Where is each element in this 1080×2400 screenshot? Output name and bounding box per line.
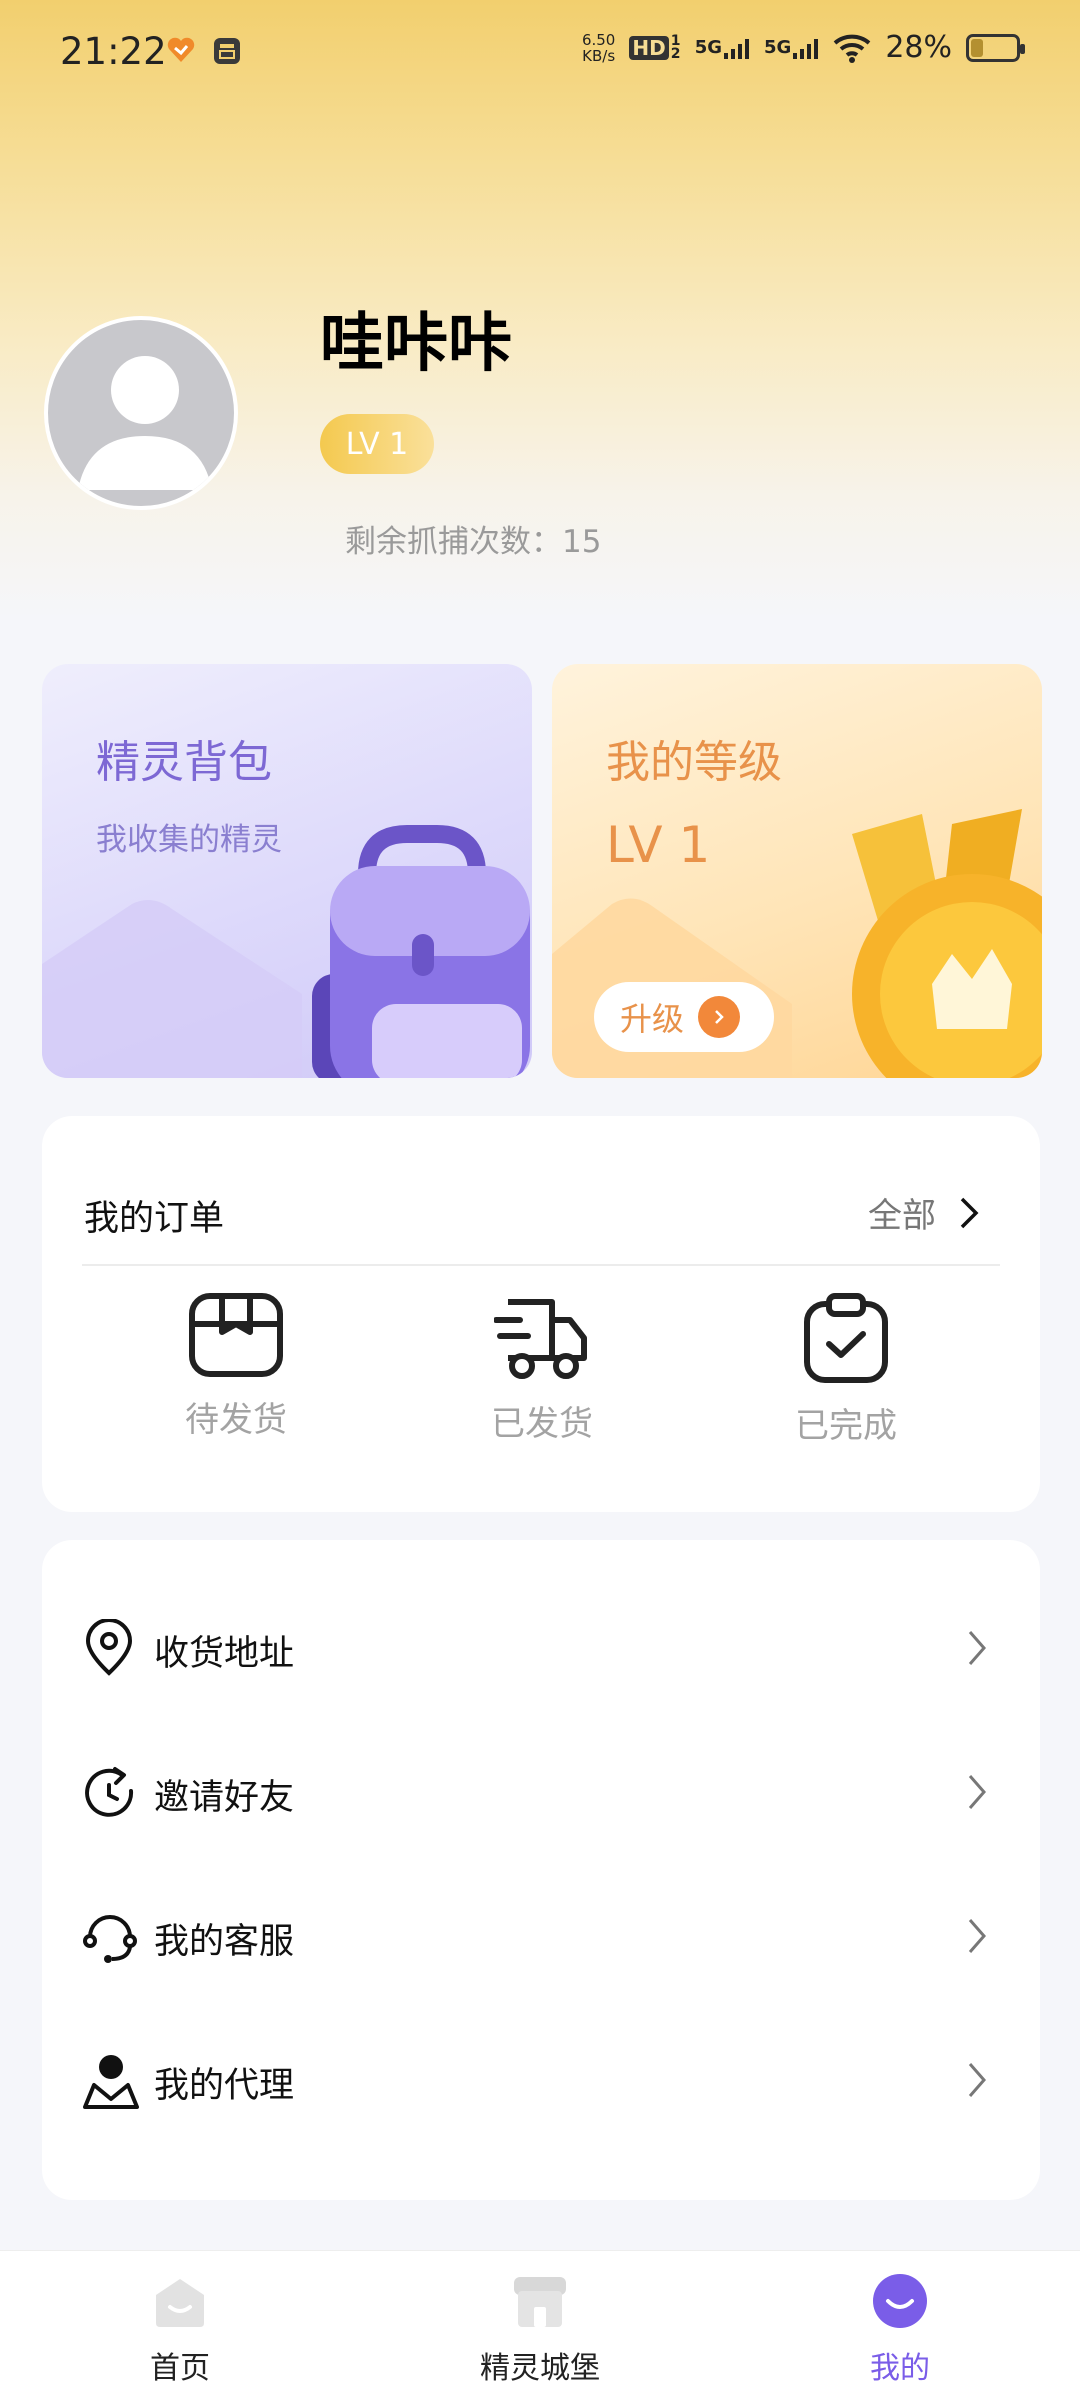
order-label: 待发货 [185, 1400, 287, 1440]
wifi-icon [834, 34, 871, 63]
my-level-card[interactable]: 我的等级 LV 1 升级 [552, 664, 1042, 1078]
signal-bars-icon [793, 38, 819, 59]
nav-label: 我的 [870, 2351, 930, 2386]
status-right-cluster: 6.50 KB/s HD 1 2 5G 5G 28% [582, 30, 1025, 65]
username: 哇咔咔 [320, 307, 512, 381]
headset-icon [82, 1907, 138, 1969]
cell-signal-2: 5G [764, 37, 819, 59]
my-orders-panel: 我的订单 全部 待发货 已发货 已完成 [42, 1116, 1040, 1512]
refresh-arrow-icon [82, 1763, 136, 1825]
nav-me[interactable]: 我的 [800, 2273, 1000, 2387]
heart-notification-icon [166, 36, 196, 68]
person-icon [82, 2051, 140, 2113]
upgrade-button[interactable]: 升级 [594, 982, 774, 1052]
battery-icon [966, 33, 1025, 62]
level-badge: LV 1 [320, 414, 434, 474]
level-value: LV 1 [606, 816, 711, 874]
net-speed-unit: KB/s [582, 46, 616, 65]
backpack-icon [312, 825, 530, 1078]
menu-label: 邀请好友 [154, 1777, 295, 1818]
chevron-right-icon [960, 1197, 979, 1228]
hd-tag: HD 1 2 [629, 32, 681, 62]
order-label: 已发货 [491, 1404, 593, 1444]
chevron-right-icon [966, 2060, 988, 2104]
box-icon [189, 1293, 283, 1377]
chevron-right-icon [966, 1772, 988, 1816]
avatar[interactable] [44, 316, 238, 510]
bottom-navigation: 首页 精灵城堡 我的 [0, 2250, 1080, 2400]
battery-percent: 28% [885, 30, 952, 65]
battery-fill [971, 38, 983, 57]
sig1-label: 5G [694, 36, 722, 58]
app-notification-icon [212, 36, 242, 70]
backpack-title: 精灵背包 [96, 737, 272, 788]
hd-label: HD [629, 35, 669, 60]
level-title: 我的等级 [606, 737, 782, 788]
clipboard-check-icon [804, 1293, 888, 1383]
settings-menu: 收货地址 邀请好友 我的客服 我的代理 [42, 1540, 1040, 2200]
menu-label: 我的客服 [154, 1921, 295, 1962]
cell-signal-1: 5G [695, 37, 750, 59]
spirit-backpack-card[interactable]: 精灵背包 我收集的精灵 [42, 664, 532, 1078]
menu-item-shipping-address[interactable]: 收货地址 [42, 1578, 1040, 1722]
menu-label: 我的代理 [154, 2065, 295, 2106]
nav-label: 精灵城堡 [480, 2351, 600, 2386]
nav-home[interactable]: 首页 [80, 2273, 280, 2387]
chevron-right-icon [698, 996, 741, 1038]
nav-label: 首页 [150, 2351, 210, 2386]
remaining-catches: 剩余抓捕次数：15 [345, 524, 602, 560]
me-icon [872, 2273, 928, 2329]
status-bar: 21:22 6.50 KB/s HD 1 2 5G 5G 28% [0, 0, 1080, 108]
order-pending-shipment[interactable]: 待发货 [136, 1292, 336, 1441]
menu-item-my-agent[interactable]: 我的代理 [42, 2010, 1040, 2154]
net-speed-value: 6.50 [581, 30, 616, 49]
orders-all-link[interactable]: 全部 [868, 1188, 980, 1237]
menu-item-customer-service[interactable]: 我的客服 [42, 1866, 1040, 2010]
shop-icon [512, 2273, 568, 2329]
chevron-right-icon [966, 1628, 988, 1672]
signal-bars-icon [724, 38, 749, 59]
medal-icon [852, 809, 1042, 1078]
orders-divider [82, 1264, 1000, 1266]
truck-icon [494, 1299, 587, 1379]
home-icon [152, 2273, 208, 2329]
orders-title: 我的订单 [84, 1199, 225, 1239]
backpack-subtitle: 我收集的精灵 [96, 822, 282, 858]
upgrade-label: 升级 [620, 1000, 685, 1038]
hd-sub-label: 1 2 [670, 32, 681, 62]
status-time: 21:22 [60, 30, 167, 73]
nav-spirit-castle[interactable]: 精灵城堡 [440, 2273, 640, 2387]
location-pin-icon [82, 1618, 136, 1681]
order-completed[interactable]: 已完成 [746, 1292, 946, 1447]
order-label: 已完成 [795, 1406, 897, 1446]
sig2-label: 5G [764, 36, 792, 58]
chevron-right-icon [966, 1916, 988, 1960]
orders-all-label: 全部 [868, 1196, 936, 1236]
menu-label: 收货地址 [154, 1633, 295, 1674]
net-speed: 6.50 KB/s [582, 32, 615, 64]
default-avatar-icon [78, 356, 212, 490]
order-shipped[interactable]: 已发货 [442, 1292, 642, 1445]
menu-item-invite-friends[interactable]: 邀请好友 [42, 1722, 1040, 1866]
